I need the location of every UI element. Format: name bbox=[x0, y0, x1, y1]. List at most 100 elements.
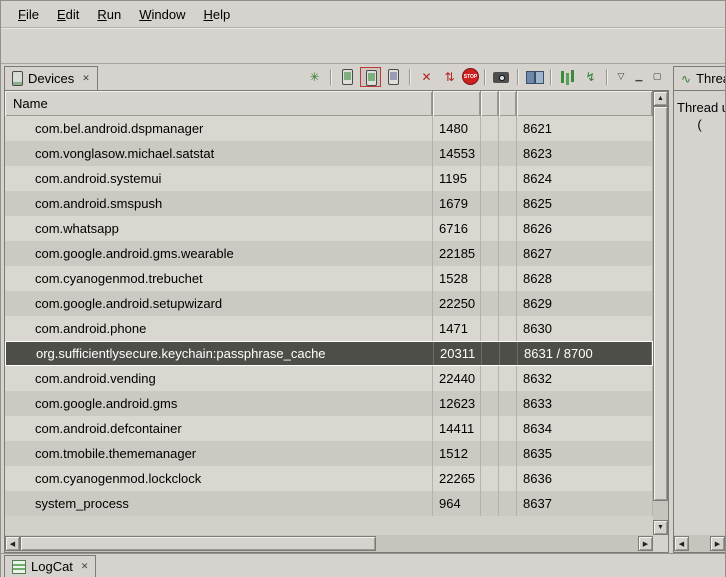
process-row[interactable]: system_process9648637 bbox=[5, 491, 653, 516]
scroll-left-button[interactable]: ◀ bbox=[5, 536, 20, 551]
close-devices-tab-icon[interactable]: ✕ bbox=[82, 73, 90, 84]
spacer-cell bbox=[482, 342, 500, 365]
cause-gc-icon[interactable] bbox=[383, 67, 404, 87]
process-row[interactable]: com.google.android.gms126238633 bbox=[5, 391, 653, 416]
close-logcat-tab-icon[interactable]: ✕ bbox=[81, 561, 89, 572]
column-header-col3[interactable] bbox=[499, 91, 517, 116]
spacer-cell bbox=[499, 216, 517, 241]
spacer-cell bbox=[499, 266, 517, 291]
update-threads-icon[interactable]: ✕ bbox=[416, 67, 437, 87]
process-row[interactable]: com.google.android.gms.wearable221858627 bbox=[5, 241, 653, 266]
main-toolbar bbox=[1, 28, 725, 64]
minimize-icon[interactable]: ▁ bbox=[631, 67, 647, 87]
pid-cell: 1480 bbox=[433, 116, 481, 141]
logcat-tab-label: LogCat bbox=[31, 559, 73, 574]
threads-scroll-left-button[interactable]: ◀ bbox=[674, 536, 689, 551]
update-heap-icon[interactable] bbox=[337, 67, 358, 87]
port-cell: 8629 bbox=[517, 291, 653, 316]
threads-horizontal-scrollbar[interactable]: ◀ ▶ bbox=[674, 535, 725, 552]
spacer-cell bbox=[499, 366, 517, 391]
tab-devices[interactable]: Devices ✕ bbox=[4, 66, 98, 90]
process-name-cell: com.android.systemui bbox=[5, 166, 433, 191]
horizontal-scroll-thumb[interactable] bbox=[20, 536, 376, 551]
port-cell: 8633 bbox=[517, 391, 653, 416]
process-name-cell: com.bel.android.dspmanager bbox=[5, 116, 433, 141]
process-name-cell: com.google.android.gms.wearable bbox=[5, 241, 433, 266]
screen-record-icon[interactable] bbox=[524, 67, 545, 87]
stop-process-icon[interactable]: STOP bbox=[462, 68, 479, 85]
screen-capture-icon[interactable] bbox=[491, 67, 512, 87]
port-cell: 8627 bbox=[517, 241, 653, 266]
port-cell: 8626 bbox=[517, 216, 653, 241]
process-row[interactable]: com.cyanogenmod.trebuchet15288628 bbox=[5, 266, 653, 291]
process-row[interactable]: com.android.defcontainer144118634 bbox=[5, 416, 653, 441]
horizontal-scrollbar[interactable]: ◀ ▶ bbox=[5, 535, 653, 552]
menu-file[interactable]: File bbox=[9, 4, 48, 25]
devices-view-toolbar: ✳ ✕⇅STOP ↯ ▽▁▢ bbox=[303, 63, 669, 90]
tab-threads[interactable]: ∿ Threads bbox=[673, 66, 725, 90]
ddms-window: FileEditRunWindowHelp Devices ✕ ✳✕⇅STOP↯… bbox=[0, 0, 726, 577]
process-row[interactable]: com.google.android.setupwizard222508629 bbox=[5, 291, 653, 316]
process-row[interactable]: com.android.phone14718630 bbox=[5, 316, 653, 341]
view-menu-icon[interactable]: ▽ bbox=[613, 67, 629, 87]
process-row[interactable]: com.whatsapp67168626 bbox=[5, 216, 653, 241]
process-name-cell: com.tmobile.thememanager bbox=[5, 441, 433, 466]
column-header-col1[interactable] bbox=[433, 91, 481, 116]
process-row[interactable]: com.cyanogenmod.lockclock222658636 bbox=[5, 466, 653, 491]
spacer-cell bbox=[481, 291, 499, 316]
spacer-cell bbox=[499, 291, 517, 316]
spacer-cell bbox=[481, 116, 499, 141]
spacer-cell bbox=[481, 441, 499, 466]
column-header-col4[interactable] bbox=[517, 91, 653, 116]
pid-cell: 964 bbox=[433, 491, 481, 516]
port-cell: 8632 bbox=[517, 366, 653, 391]
debug-icon[interactable]: ✳ bbox=[304, 67, 325, 87]
spacer-cell bbox=[481, 316, 499, 341]
threads-scroll-right-button[interactable]: ▶ bbox=[710, 536, 725, 551]
process-name-cell: com.whatsapp bbox=[5, 216, 433, 241]
vertical-scroll-thumb[interactable] bbox=[653, 106, 668, 501]
separator-3 bbox=[484, 69, 486, 85]
logcat-tab-icon bbox=[12, 560, 26, 574]
process-row[interactable]: com.android.systemui11958624 bbox=[5, 166, 653, 191]
scroll-down-button[interactable]: ▼ bbox=[653, 520, 668, 535]
scroll-up-button[interactable]: ▲ bbox=[653, 91, 668, 106]
menu-run[interactable]: Run bbox=[88, 4, 130, 25]
column-header-name[interactable]: Name bbox=[5, 91, 433, 116]
scroll-right-button[interactable]: ▶ bbox=[638, 536, 653, 551]
spacer-cell bbox=[499, 191, 517, 216]
separator-2 bbox=[409, 69, 411, 85]
process-row[interactable]: com.android.smspush16798625 bbox=[5, 191, 653, 216]
menu-help[interactable]: Help bbox=[194, 4, 239, 25]
spacer-cell bbox=[500, 342, 518, 365]
port-cell: 8634 bbox=[517, 416, 653, 441]
threads-message: Thread up ( bbox=[674, 91, 725, 141]
maximize-icon[interactable]: ▢ bbox=[649, 67, 665, 87]
column-header-col2[interactable] bbox=[481, 91, 499, 116]
pixel-perfect-icon[interactable]: ↯ bbox=[580, 67, 601, 87]
menu-bar: FileEditRunWindowHelp bbox=[1, 1, 725, 28]
process-row[interactable]: com.vonglasow.michael.satstat145538623 bbox=[5, 141, 653, 166]
process-name-cell: com.android.defcontainer bbox=[5, 416, 433, 441]
menu-edit[interactable]: Edit bbox=[48, 4, 88, 25]
process-name-cell: com.cyanogenmod.trebuchet bbox=[5, 266, 433, 291]
spacer-cell bbox=[499, 166, 517, 191]
port-cell: 8636 bbox=[517, 466, 653, 491]
menu-window[interactable]: Window bbox=[130, 4, 194, 25]
dump-hprof-icon[interactable] bbox=[360, 67, 381, 87]
method-profiling-icon[interactable]: ⇅ bbox=[439, 67, 460, 87]
process-row[interactable]: com.tmobile.thememanager15128635 bbox=[5, 441, 653, 466]
process-row[interactable]: com.android.vending224408632 bbox=[5, 366, 653, 391]
spacer-cell bbox=[499, 441, 517, 466]
process-row[interactable]: org.sufficientlysecure.keychain:passphra… bbox=[5, 341, 653, 366]
port-cell: 8624 bbox=[517, 166, 653, 191]
spacer-cell bbox=[499, 316, 517, 341]
spacer-cell bbox=[499, 491, 517, 516]
process-name-cell: com.google.android.gms bbox=[5, 391, 433, 416]
process-table: Name com.bel.android.dspmanager14808621c… bbox=[5, 91, 653, 535]
pid-cell: 20311 bbox=[434, 342, 482, 365]
tab-logcat[interactable]: LogCat ✕ bbox=[4, 555, 96, 577]
hierarchy-view-icon[interactable] bbox=[557, 67, 578, 87]
vertical-scrollbar[interactable]: ▲ ▼ bbox=[653, 91, 668, 535]
process-row[interactable]: com.bel.android.dspmanager14808621 bbox=[5, 116, 653, 141]
